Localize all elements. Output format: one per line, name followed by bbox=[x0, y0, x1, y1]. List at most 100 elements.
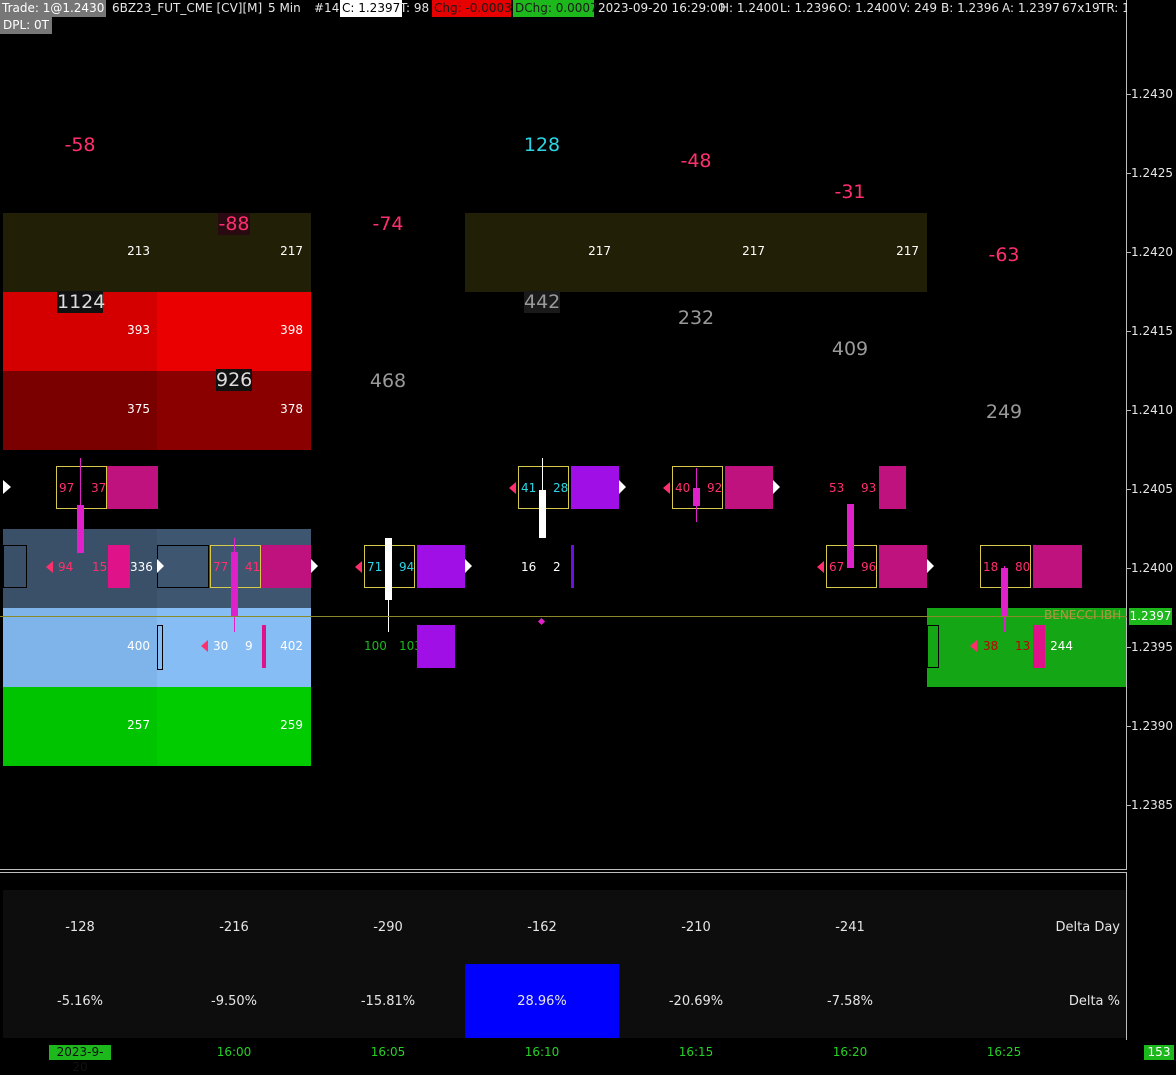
bar-volume-label: 442 bbox=[524, 291, 561, 313]
bar-volume-label: 1124 bbox=[57, 291, 106, 313]
low-value: L: 1.2396 bbox=[780, 1, 837, 15]
footprint-value: 93 bbox=[861, 481, 877, 495]
zone-value: 217 bbox=[588, 244, 611, 258]
current-price-badge: 1.2397 bbox=[1129, 608, 1172, 625]
bar-delta-label: -48 bbox=[680, 150, 712, 172]
bid-value: B: 1.2396 bbox=[941, 1, 1000, 15]
price-tick-label: 1.2390 bbox=[1131, 719, 1173, 733]
footprint-cell-outline bbox=[927, 625, 939, 668]
price-tick-label: 1.2385 bbox=[1131, 798, 1173, 812]
bar-delta-label: 128 bbox=[523, 134, 561, 156]
zone-value: 213 bbox=[127, 244, 150, 258]
footprint-imbalance-cell bbox=[417, 625, 455, 668]
delta-pct-value: -20.69% bbox=[668, 994, 724, 1009]
price-tick-label: 1.2410 bbox=[1131, 403, 1173, 417]
bar-volume-label: 409 bbox=[831, 338, 869, 360]
footprint-imbalance-cell bbox=[417, 545, 465, 588]
time-label: 16:10 bbox=[524, 1045, 560, 1059]
high-value: H: 1.2400 bbox=[720, 1, 779, 15]
bar-delta-label: -63 bbox=[988, 244, 1020, 266]
bar-delta-label: -74 bbox=[372, 213, 404, 235]
footprint-imbalance-cell bbox=[879, 466, 906, 509]
footprint-imbalance-cell bbox=[571, 466, 619, 509]
datetime-value: 2023-09-20 16:29:00 bbox=[598, 1, 726, 15]
time-label: 16:05 bbox=[370, 1045, 406, 1059]
footprint-value: 336 bbox=[130, 560, 153, 574]
candle-body bbox=[847, 504, 854, 568]
chart-header: Trade: 1@1.2430 6BZ23_FUT_CME [CV][M] 5 … bbox=[0, 0, 1176, 18]
footprint-value: 38 bbox=[983, 639, 999, 653]
candle-body bbox=[539, 490, 546, 538]
candle-body bbox=[77, 505, 84, 553]
candle-body bbox=[231, 552, 238, 616]
zone-value: 217 bbox=[742, 244, 765, 258]
footprint-value: 16 bbox=[521, 560, 537, 574]
price-tick-label: 1.2430 bbox=[1131, 87, 1173, 101]
footprint-value: 2 bbox=[553, 560, 561, 574]
delta-pct-value: -15.81% bbox=[360, 994, 416, 1009]
arrow-right-icon bbox=[3, 480, 11, 494]
ibh-label: BENECCI IBH bbox=[1044, 608, 1122, 622]
corner-value-badge: 153 bbox=[1144, 1045, 1174, 1060]
bar-volume-label: 249 bbox=[985, 401, 1023, 423]
footprint-value: 28 bbox=[553, 481, 569, 495]
dpl-label: DPL: 0T bbox=[0, 17, 52, 34]
arrow-right-icon bbox=[773, 480, 780, 494]
footprint-value: 80 bbox=[1015, 560, 1031, 574]
delta-pct-value: -7.58% bbox=[827, 994, 873, 1009]
delta-day-value: -162 bbox=[527, 920, 557, 935]
time-label: 16:00 bbox=[216, 1045, 252, 1059]
price-tick-label: 1.2395 bbox=[1131, 640, 1173, 654]
candle-wick bbox=[80, 458, 81, 510]
footprint-value: 94 bbox=[399, 560, 415, 574]
delta-day-value: -241 bbox=[835, 920, 865, 935]
arrow-right-icon bbox=[619, 480, 626, 494]
footprint-value: 13 bbox=[1015, 639, 1031, 653]
price-tick-label: 1.2425 bbox=[1131, 166, 1173, 180]
bar-delta-label: -58 bbox=[64, 134, 96, 156]
candle-body bbox=[385, 538, 392, 600]
date-badge: 2023-9-20 bbox=[49, 1045, 111, 1074]
footprint-imbalance-cell bbox=[1033, 625, 1045, 668]
arrow-left-icon bbox=[46, 561, 53, 573]
footprint-value: 97 bbox=[59, 481, 75, 495]
footprint-value: 77 bbox=[213, 560, 229, 574]
footprint-value: 9 bbox=[245, 639, 253, 653]
zone-value: 259 bbox=[280, 718, 303, 732]
bar-delta-label: -31 bbox=[834, 181, 866, 203]
zone-value: 402 bbox=[280, 639, 303, 653]
volume-value: V: 249 bbox=[899, 1, 937, 15]
footprint-value: 92 bbox=[707, 481, 723, 495]
price-tick-label: 1.2405 bbox=[1131, 482, 1173, 496]
footprint-value: 41 bbox=[245, 560, 261, 574]
arrow-left-icon bbox=[201, 640, 208, 652]
bar-volume-label: 926 bbox=[216, 369, 253, 391]
size-value: 67x19 bbox=[1062, 1, 1100, 15]
arrow-left-icon bbox=[817, 561, 824, 573]
delta-day-label: Delta Day bbox=[1055, 920, 1121, 935]
candle-body bbox=[1001, 568, 1008, 616]
footprint-value: 41 bbox=[521, 481, 537, 495]
price-tick-label: 1.2400 bbox=[1131, 561, 1173, 575]
zone-value: 378 bbox=[280, 402, 303, 416]
zone-value: 244 bbox=[1050, 639, 1073, 653]
arrow-left-icon bbox=[355, 561, 362, 573]
price-tick-label: 1.2415 bbox=[1131, 324, 1173, 338]
close-value: C: 1.2397 bbox=[340, 0, 403, 17]
bar-volume-label: 468 bbox=[369, 370, 407, 392]
footprint-cell-outline bbox=[157, 625, 163, 670]
footprint-imbalance-cell bbox=[108, 545, 130, 588]
arrow-right-icon bbox=[311, 559, 318, 573]
zone-value: 398 bbox=[280, 323, 303, 337]
footprint-value: 96 bbox=[861, 560, 877, 574]
ibh-line[interactable] bbox=[0, 616, 1127, 617]
arrow-left-icon bbox=[970, 640, 977, 652]
time-label: 16:20 bbox=[832, 1045, 868, 1059]
footprint-imbalance-cell bbox=[1033, 545, 1082, 588]
footprint-value: 40 bbox=[675, 481, 691, 495]
chg-value: Chg: -0.0003 bbox=[432, 0, 512, 17]
footprint-imbalance-cell bbox=[262, 625, 266, 668]
footprint-imbalance-cell bbox=[725, 466, 773, 509]
ask-value: A: 1.2397 bbox=[1002, 1, 1060, 15]
zone-value: 400 bbox=[127, 639, 150, 653]
